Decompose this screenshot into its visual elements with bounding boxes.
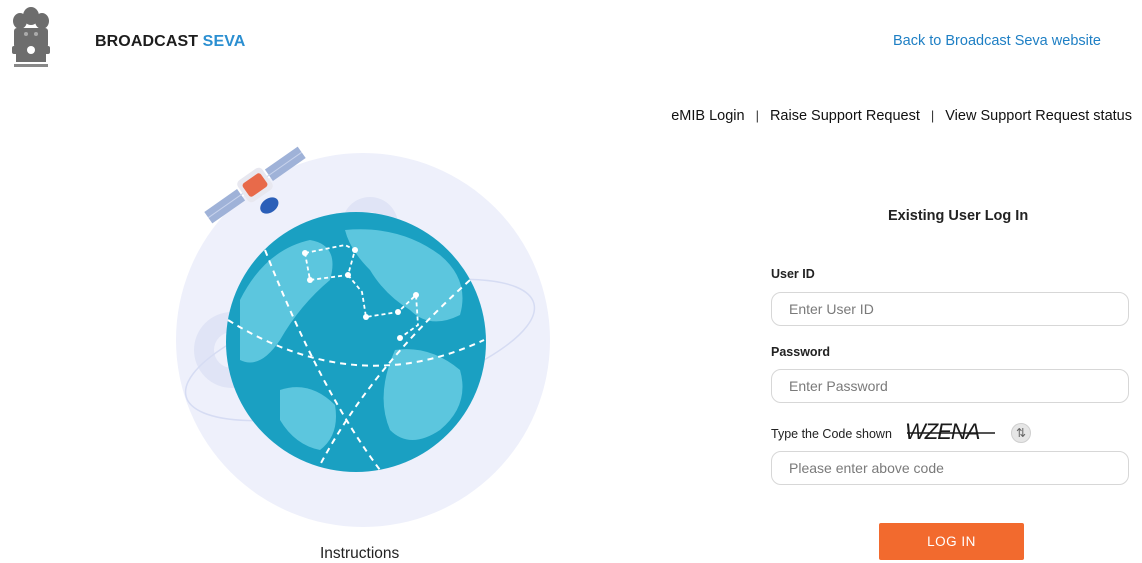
- login-button[interactable]: LOG IN: [879, 523, 1024, 560]
- password-label: Password: [771, 345, 831, 359]
- nav-raise-support-request[interactable]: Raise Support Request: [770, 108, 920, 124]
- captcha-image: WZENA: [905, 419, 995, 443]
- login-title: Existing User Log In: [888, 208, 1029, 224]
- user-id-label: User ID: [771, 267, 815, 281]
- site-brand: BROADCAST SEVA: [95, 33, 245, 51]
- national-emblem-icon: [12, 7, 50, 67]
- user-id-input[interactable]: [771, 292, 1129, 326]
- refresh-icon[interactable]: ⇅: [1011, 423, 1031, 443]
- top-nav: eMIB Login | Raise Support Request | View Su…: [671, 108, 1132, 124]
- brand-main-text: BROADCAST: [95, 33, 199, 50]
- nav-view-support-status[interactable]: View Support Request status: [945, 108, 1132, 124]
- nav-separator: |: [755, 108, 759, 123]
- globe-icon: [226, 212, 486, 472]
- globe-illustration: [176, 146, 550, 527]
- instructions-link[interactable]: Instructions: [320, 545, 399, 563]
- password-input[interactable]: [771, 369, 1129, 403]
- brand-accent-text: SEVA: [202, 33, 246, 50]
- back-to-website-link[interactable]: Back to Broadcast Seva website: [893, 33, 1101, 49]
- nav-emib-login[interactable]: eMIB Login: [671, 108, 744, 124]
- captcha-text: WZENA: [905, 419, 980, 443]
- captcha-label: Type the Code shown: [771, 427, 892, 441]
- nav-separator: |: [930, 108, 935, 123]
- captcha-input[interactable]: [771, 451, 1129, 485]
